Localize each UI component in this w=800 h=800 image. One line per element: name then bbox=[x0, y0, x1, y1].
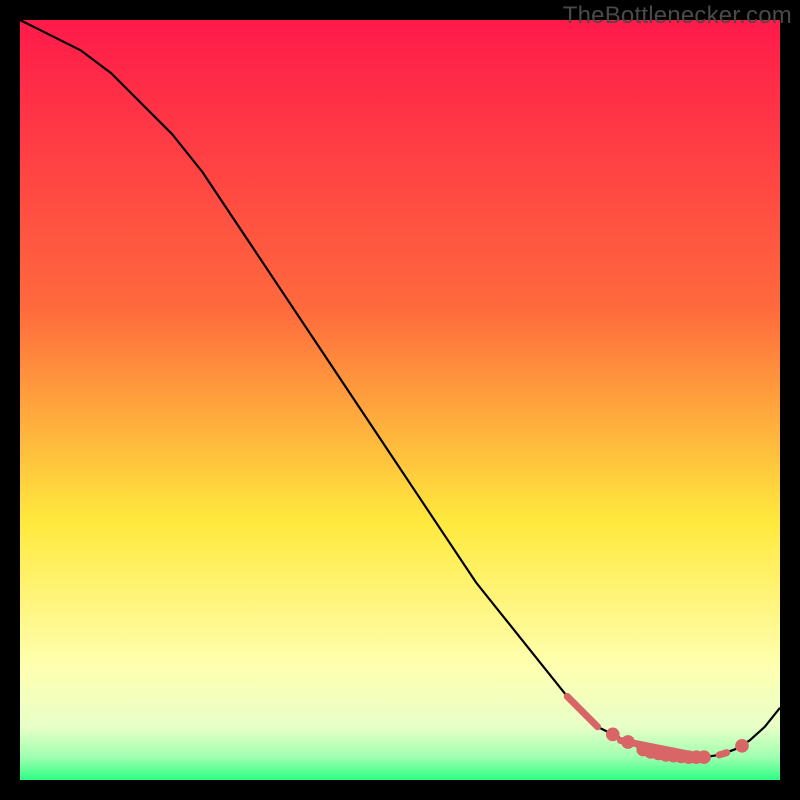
gradient-background bbox=[20, 20, 780, 780]
data-dot bbox=[621, 735, 635, 749]
data-dot bbox=[606, 728, 620, 742]
data-dot bbox=[735, 739, 749, 753]
watermark-text: TheBottlenecker.com bbox=[563, 2, 792, 30]
chart-frame: TheBottlenecker.com bbox=[0, 0, 800, 800]
highlight-segment bbox=[719, 753, 727, 755]
data-dot bbox=[697, 750, 711, 764]
bottleneck-chart bbox=[20, 20, 780, 780]
